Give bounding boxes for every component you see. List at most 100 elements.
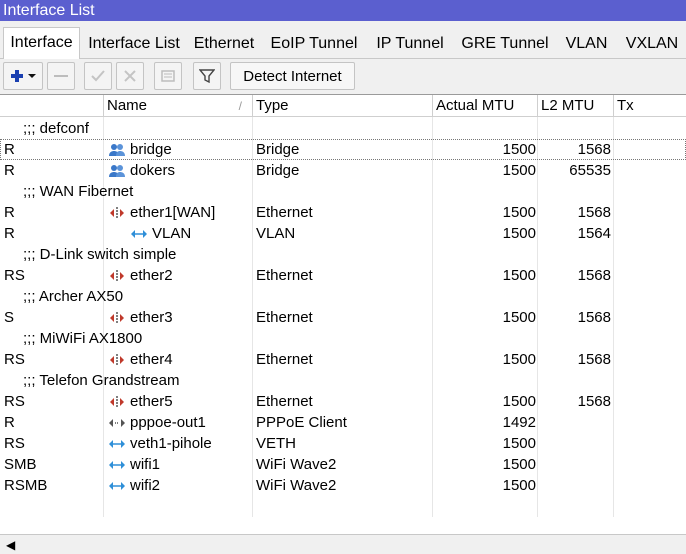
- row-actual-mtu: 1500: [502, 393, 536, 410]
- column-flags[interactable]: [0, 95, 103, 117]
- comment-text: ;;; D-Link switch simple: [23, 246, 177, 263]
- comment-text: ;;; Telefon Grandstream: [23, 372, 180, 389]
- column-tx[interactable]: Tx: [613, 95, 686, 117]
- row-type: Ethernet: [256, 393, 313, 410]
- table-row[interactable]: SMB wifi1 WiFi Wave2 1500: [0, 454, 686, 475]
- row-type: Bridge: [256, 162, 300, 179]
- table-row[interactable]: Rdokers Bridge 1500 65535: [0, 160, 686, 181]
- table-row[interactable]: Rether1[WAN] Ethernet 1500 1568: [0, 202, 686, 223]
- comment-row[interactable]: ;;; Telefon Grandstream: [0, 370, 686, 391]
- row-type: VETH: [256, 435, 297, 452]
- row-name-cell: bridge: [108, 139, 172, 160]
- comment-row[interactable]: ;;; MiWiFi AX1800: [0, 328, 686, 349]
- table-row[interactable]: Rpppoe-out1 PPPoE Client 1492: [0, 412, 686, 433]
- row-type: PPPoE Client: [256, 414, 347, 431]
- row-name-cell: pppoe-out1: [108, 412, 206, 433]
- row-l2-mtu: 1568: [577, 309, 611, 326]
- row-type: Ethernet: [256, 309, 313, 326]
- filter-icon: [199, 68, 215, 84]
- row-l2-mtu: [540, 454, 611, 475]
- row-flags: RS: [4, 351, 25, 368]
- table-row[interactable]: R VLAN VLAN 1500 1564: [0, 223, 686, 244]
- toolbar: Detect Internet: [0, 59, 686, 94]
- row-type: VLAN: [256, 225, 296, 242]
- row-flags: R: [4, 414, 15, 431]
- column-type[interactable]: Type: [252, 95, 432, 117]
- row-actual-mtu: 1492: [502, 414, 536, 431]
- tab-interface-list[interactable]: Interface List: [83, 29, 185, 59]
- row-flags: S: [4, 309, 15, 326]
- detect-internet-button[interactable]: Detect Internet: [230, 62, 355, 90]
- table-row[interactable]: RS ether5 Ethernet 1500 1568: [0, 391, 686, 412]
- row-flags: RS: [4, 435, 25, 452]
- tab-vxlan[interactable]: VXLAN: [618, 29, 686, 59]
- row-type: Ethernet: [256, 204, 313, 221]
- row-name: ether5: [130, 393, 173, 410]
- row-name-cell: dokers: [108, 160, 175, 181]
- veth-icon: [108, 437, 126, 451]
- interface-table: Name / Type Actual MTU L2 MTU Tx ;;; def…: [0, 94, 686, 534]
- row-name: ether3: [130, 309, 173, 326]
- row-name: ether2: [130, 267, 173, 284]
- row-name-cell: wifi2: [108, 475, 160, 496]
- row-type: Ethernet: [256, 267, 313, 284]
- row-name: bridge: [130, 141, 172, 158]
- column-name[interactable]: Name /: [103, 95, 252, 117]
- column-actual-mtu[interactable]: Actual MTU: [432, 95, 537, 117]
- add-button[interactable]: [3, 62, 43, 90]
- row-actual-mtu: 1500: [502, 477, 536, 494]
- row-name: veth1-pihole: [130, 435, 212, 452]
- comment-button[interactable]: [154, 62, 182, 90]
- row-actual-mtu: 1500: [502, 435, 536, 452]
- table-row[interactable]: Rbridge Bridge 1500 1568: [0, 139, 686, 160]
- row-flags: RS: [4, 393, 25, 410]
- row-flags: R: [4, 204, 15, 221]
- table-row[interactable]: RS veth1-pihole VETH 1500: [0, 433, 686, 454]
- tab-ip-tunnel[interactable]: IP Tunnel: [368, 29, 452, 59]
- row-flags: RS: [4, 267, 25, 284]
- comment-row[interactable]: ;;; D-Link switch simple: [0, 244, 686, 265]
- left-arrow-icon[interactable]: ◀: [6, 538, 15, 552]
- table-row[interactable]: RS ether4 Ethernet 1500 1568: [0, 349, 686, 370]
- tab-eoip-tunnel[interactable]: EoIP Tunnel: [263, 29, 365, 59]
- row-name: VLAN: [152, 225, 192, 242]
- row-name-cell: ether1[WAN]: [108, 202, 215, 223]
- row-l2-mtu: 1564: [577, 225, 611, 242]
- wifi-icon: [108, 479, 126, 493]
- row-name: dokers: [130, 162, 176, 179]
- row-l2-mtu: 1568: [577, 204, 611, 221]
- enable-button[interactable]: [84, 62, 112, 90]
- row-flags: SMB: [4, 456, 37, 473]
- row-type: Bridge: [256, 141, 300, 158]
- row-flags: R: [4, 225, 15, 242]
- row-name: ether4: [130, 351, 173, 368]
- remove-button[interactable]: [47, 62, 75, 90]
- tab-ethernet[interactable]: Ethernet: [188, 29, 260, 59]
- comment-row[interactable]: ;;; defconf: [0, 118, 686, 139]
- table-row[interactable]: RSMB wifi2 WiFi Wave2 1500: [0, 475, 686, 496]
- table-row[interactable]: Sether3 Ethernet 1500 1568: [0, 307, 686, 328]
- bridge-icon: [108, 143, 126, 157]
- column-name-label: Name: [107, 97, 148, 114]
- row-flags: RSMB: [4, 477, 48, 494]
- row-flags: R: [4, 162, 15, 179]
- row-name-cell: ether4: [108, 349, 173, 370]
- tab-gre-tunnel[interactable]: GRE Tunnel: [455, 29, 555, 59]
- disable-button[interactable]: [116, 62, 144, 90]
- row-l2-mtu: 65535: [569, 162, 611, 179]
- comment-text: ;;; defconf: [23, 120, 89, 137]
- table-row[interactable]: RS ether2 Ethernet 1500 1568: [0, 265, 686, 286]
- comment-row[interactable]: ;;; Archer AX50: [0, 286, 686, 307]
- row-actual-mtu: 1500: [502, 456, 536, 473]
- row-l2-mtu: [540, 475, 611, 496]
- column-l2-mtu[interactable]: L2 MTU: [537, 95, 613, 117]
- tab-vlan[interactable]: VLAN: [558, 29, 615, 59]
- comment-text: ;;; MiWiFi AX1800: [23, 330, 143, 347]
- horizontal-scrollbar[interactable]: ◀: [0, 534, 686, 554]
- row-type: Ethernet: [256, 351, 313, 368]
- comment-row[interactable]: ;;; WAN Fibernet: [0, 181, 686, 202]
- row-l2-mtu: 1568: [577, 141, 611, 158]
- tab-interface[interactable]: Interface: [3, 27, 80, 60]
- vlan-icon: [130, 227, 148, 241]
- filter-button[interactable]: [193, 62, 221, 90]
